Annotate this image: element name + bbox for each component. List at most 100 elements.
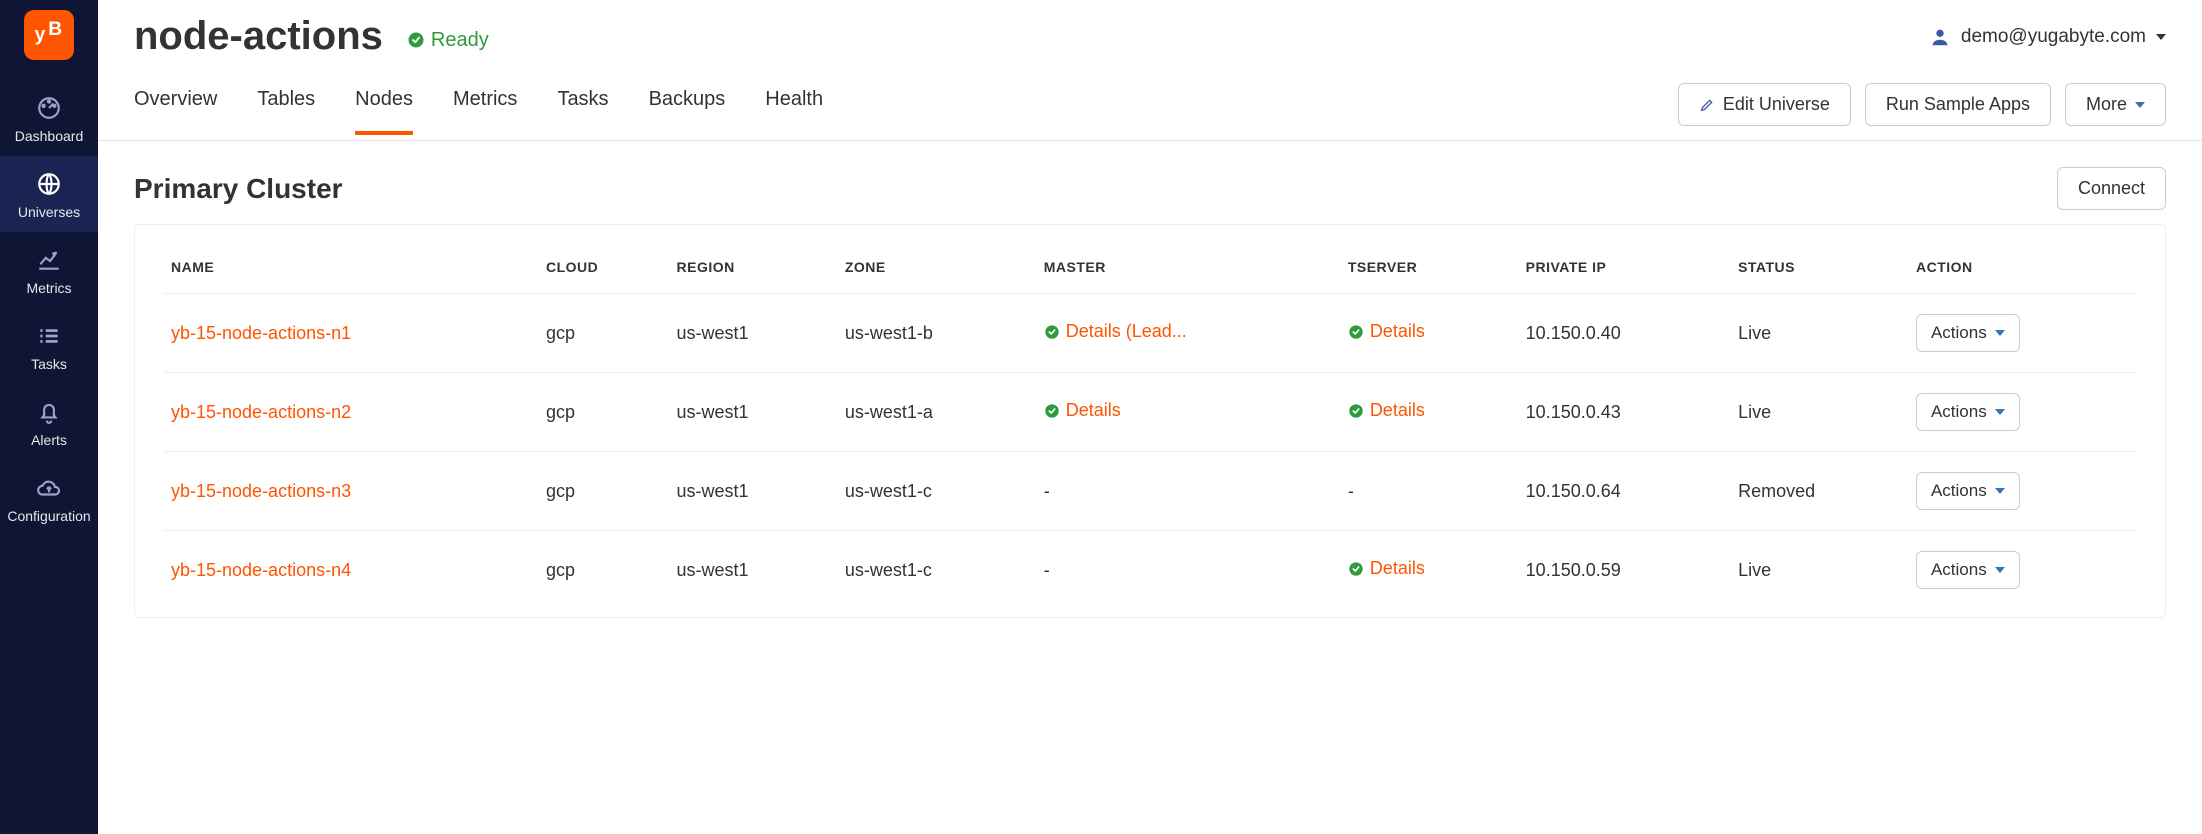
cell-status: Live <box>1730 294 1908 373</box>
sidebar-item-label: Configuration <box>7 508 90 524</box>
tabs: Overview Tables Nodes Metrics Tasks Back… <box>134 88 823 135</box>
run-sample-apps-button[interactable]: Run Sample Apps <box>1865 83 2051 126</box>
node-name-link[interactable]: yb-15-node-actions-n3 <box>171 481 351 501</box>
cell-tserver: - <box>1348 481 1354 501</box>
sidebar-item-label: Universes <box>18 204 80 220</box>
caret-down-icon <box>2156 34 2166 40</box>
sidebar-item-label: Alerts <box>31 432 67 448</box>
row-actions-button[interactable]: Actions <box>1916 472 2020 510</box>
sidebar-item-configuration[interactable]: Configuration <box>0 460 98 536</box>
cell-master: - <box>1044 560 1050 580</box>
cell-status: Live <box>1730 531 1908 610</box>
sidebar-item-tasks[interactable]: Tasks <box>0 308 98 384</box>
sidebar-item-dashboard[interactable]: Dashboard <box>0 80 98 156</box>
cell-cloud: gcp <box>538 531 669 610</box>
col-tserver: TSERVER <box>1340 249 1518 294</box>
sidebar: yB Dashboard Universes Metrics Tasks <box>0 0 98 834</box>
nodes-table-card: NAME CLOUD REGION ZONE MASTER TSERVER PR… <box>134 224 2166 618</box>
tab-tasks[interactable]: Tasks <box>557 88 608 135</box>
nodes-table: NAME CLOUD REGION ZONE MASTER TSERVER PR… <box>163 249 2137 609</box>
col-master: MASTER <box>1036 249 1340 294</box>
cell-private-ip: 10.150.0.40 <box>1518 294 1730 373</box>
check-circle-icon <box>1044 403 1060 419</box>
caret-down-icon <box>1995 488 2005 494</box>
cell-status: Removed <box>1730 452 1908 531</box>
cell-cloud: gcp <box>538 373 669 452</box>
cell-private-ip: 10.150.0.64 <box>1518 452 1730 531</box>
row-actions-button[interactable]: Actions <box>1916 393 2020 431</box>
cell-zone: us-west1-a <box>837 373 1036 452</box>
tab-overview[interactable]: Overview <box>134 88 217 135</box>
table-row: yb-15-node-actions-n2 gcpus-west1us-west1… <box>163 373 2137 452</box>
tab-metrics[interactable]: Metrics <box>453 88 517 135</box>
globe-icon <box>35 170 63 198</box>
check-circle-icon <box>1044 324 1060 340</box>
tab-nodes[interactable]: Nodes <box>355 88 413 135</box>
table-row: yb-15-node-actions-n4 gcpus-west1us-west1… <box>163 531 2137 610</box>
table-row: yb-15-node-actions-n1 gcpus-west1us-west1… <box>163 294 2137 373</box>
col-region: REGION <box>669 249 837 294</box>
node-name-link[interactable]: yb-15-node-actions-n4 <box>171 560 351 580</box>
status-badge: Ready <box>407 29 489 52</box>
cell-zone: us-west1-c <box>837 531 1036 610</box>
logo[interactable]: yB <box>24 10 74 60</box>
svg-text:B: B <box>48 19 62 40</box>
sidebar-item-label: Metrics <box>26 280 71 296</box>
user-menu[interactable]: demo@yugabyte.com <box>1929 26 2166 48</box>
master-details-link[interactable]: Details (Lead... <box>1044 321 1187 342</box>
cell-region: us-west1 <box>669 373 837 452</box>
row-actions-button[interactable]: Actions <box>1916 551 2020 589</box>
connect-button[interactable]: Connect <box>2057 167 2166 210</box>
col-status: STATUS <box>1730 249 1908 294</box>
caret-down-icon <box>2135 102 2145 108</box>
node-name-link[interactable]: yb-15-node-actions-n1 <box>171 323 351 343</box>
tserver-details-link[interactable]: Details <box>1348 321 1425 342</box>
cell-region: us-west1 <box>669 531 837 610</box>
status-label: Ready <box>431 29 489 52</box>
svg-text:y: y <box>35 25 46 46</box>
check-circle-icon <box>1348 324 1364 340</box>
sidebar-item-alerts[interactable]: Alerts <box>0 384 98 460</box>
user-label: demo@yugabyte.com <box>1961 26 2146 48</box>
tserver-details-link[interactable]: Details <box>1348 400 1425 421</box>
edit-universe-button[interactable]: Edit Universe <box>1678 83 1851 126</box>
page-title: node-actions <box>134 14 383 59</box>
table-row: yb-15-node-actions-n3gcpus-west1us-west1… <box>163 452 2137 531</box>
list-icon <box>35 322 63 350</box>
chart-line-icon <box>35 246 63 274</box>
master-details-link[interactable]: Details <box>1044 400 1121 421</box>
bell-icon <box>35 398 63 426</box>
tab-backups[interactable]: Backups <box>649 88 726 135</box>
cloud-upload-icon <box>35 474 63 502</box>
node-name-link[interactable]: yb-15-node-actions-n2 <box>171 402 351 422</box>
section-title: Primary Cluster <box>134 173 343 205</box>
caret-down-icon <box>1995 567 2005 573</box>
sidebar-item-universes[interactable]: Universes <box>0 156 98 232</box>
cell-zone: us-west1-b <box>837 294 1036 373</box>
more-button[interactable]: More <box>2065 83 2166 126</box>
check-circle-icon <box>407 31 425 49</box>
col-private-ip: PRIVATE IP <box>1518 249 1730 294</box>
caret-down-icon <box>1995 330 2005 336</box>
sidebar-item-label: Tasks <box>31 356 67 372</box>
dashboard-icon <box>35 94 63 122</box>
user-icon <box>1929 26 1951 48</box>
sidebar-item-metrics[interactable]: Metrics <box>0 232 98 308</box>
topbar: node-actions Ready demo@yugabyte.com <box>98 0 2202 69</box>
tab-health[interactable]: Health <box>765 88 823 135</box>
cell-status: Live <box>1730 373 1908 452</box>
check-circle-icon <box>1348 403 1364 419</box>
pencil-icon <box>1699 97 1715 113</box>
cell-cloud: gcp <box>538 452 669 531</box>
col-name: NAME <box>163 249 538 294</box>
cell-region: us-west1 <box>669 294 837 373</box>
col-cloud: CLOUD <box>538 249 669 294</box>
cell-private-ip: 10.150.0.43 <box>1518 373 1730 452</box>
row-actions-button[interactable]: Actions <box>1916 314 2020 352</box>
tab-tables[interactable]: Tables <box>257 88 315 135</box>
cell-cloud: gcp <box>538 294 669 373</box>
cell-region: us-west1 <box>669 452 837 531</box>
tserver-details-link[interactable]: Details <box>1348 558 1425 579</box>
cell-private-ip: 10.150.0.59 <box>1518 531 1730 610</box>
cell-master: - <box>1044 481 1050 501</box>
